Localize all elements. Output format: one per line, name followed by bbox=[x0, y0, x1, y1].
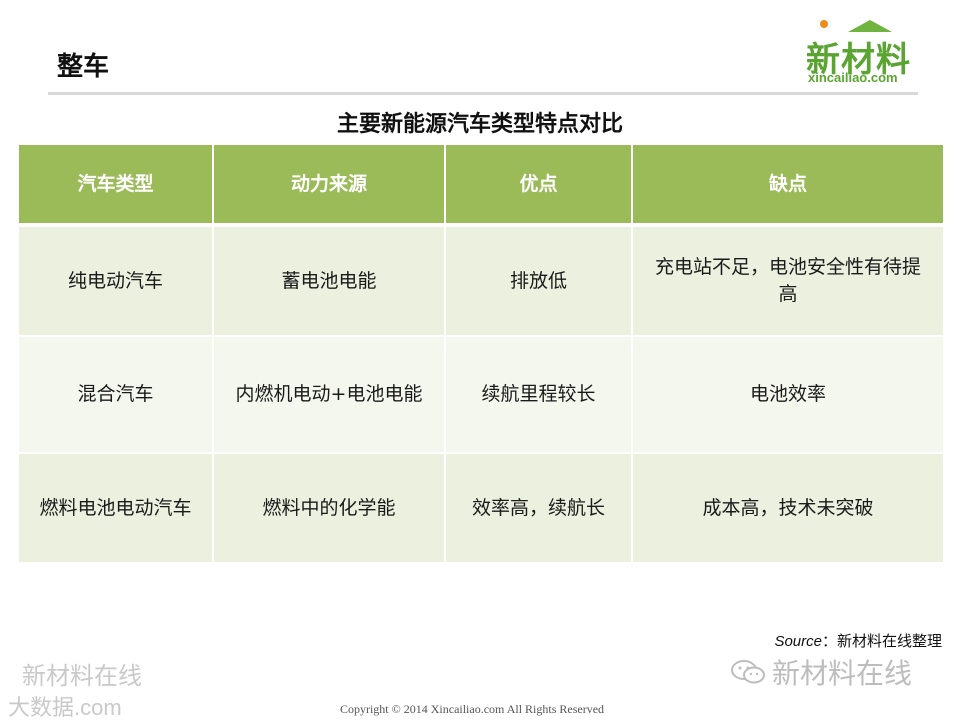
watermark-right: 新材料在线 bbox=[730, 652, 912, 692]
table-row: 燃料电池电动汽车 燃料中的化学能 效率高，续航长 成本高，技术未突破 bbox=[19, 454, 943, 564]
table-cell: 效率高，续航长 bbox=[446, 454, 633, 564]
table-cell: 充电站不足，电池安全性有待提高 bbox=[633, 227, 943, 337]
source-note: Source：新材料在线整理 bbox=[774, 630, 942, 651]
table-row: 纯电动汽车 蓄电池电能 排放低 充电站不足，电池安全性有待提高 bbox=[19, 227, 943, 337]
column-header-cons: 缺点 bbox=[633, 145, 943, 227]
table-cell: 排放低 bbox=[446, 227, 633, 337]
column-header-type: 汽车类型 bbox=[19, 145, 214, 227]
page-title: 整车 bbox=[57, 52, 110, 82]
watermark-left-cn: 新材料在线 bbox=[22, 662, 142, 690]
column-header-pros: 优点 bbox=[446, 145, 633, 227]
table-cell: 混合汽车 bbox=[19, 337, 214, 454]
table-cell: 燃料电池电动汽车 bbox=[19, 454, 214, 564]
comparison-table: 汽车类型 动力来源 优点 缺点 纯电动汽车 蓄电池电能 排放低 充电站不足，电池… bbox=[19, 145, 943, 564]
logo-roof-icon bbox=[848, 20, 892, 32]
table-cell: 纯电动汽车 bbox=[19, 227, 214, 337]
table-cell: 成本高，技术未突破 bbox=[633, 454, 943, 564]
column-header-power: 动力来源 bbox=[214, 145, 446, 227]
watermark-right-text: 新材料在线 bbox=[772, 657, 913, 690]
source-label: Source bbox=[774, 633, 822, 650]
table-title: 主要新能源汽车类型特点对比 bbox=[336, 112, 623, 137]
table-cell: 电池效率 bbox=[633, 337, 943, 454]
source-text: ：新材料在线整理 bbox=[821, 632, 942, 650]
table-cell: 蓄电池电能 bbox=[214, 227, 446, 337]
wechat-icon bbox=[731, 660, 765, 684]
logo-text-en: xincailiao.com bbox=[808, 70, 898, 85]
header-divider bbox=[48, 92, 918, 95]
copyright-footer: Copyright © 2014 Xincailiao.com All Righ… bbox=[339, 702, 605, 716]
table-cell: 续航里程较长 bbox=[446, 337, 633, 454]
table-row: 混合汽车 内燃机电动+电池电能 续航里程较长 电池效率 bbox=[19, 337, 943, 454]
table-header-row: 汽车类型 动力来源 优点 缺点 bbox=[19, 145, 943, 227]
table-cell: 燃料中的化学能 bbox=[214, 454, 446, 564]
table-cell: 内燃机电动+电池电能 bbox=[214, 337, 446, 454]
logo-dot-icon bbox=[820, 20, 828, 28]
brand-logo[interactable]: 新材料 xincailiao.com bbox=[804, 18, 924, 88]
